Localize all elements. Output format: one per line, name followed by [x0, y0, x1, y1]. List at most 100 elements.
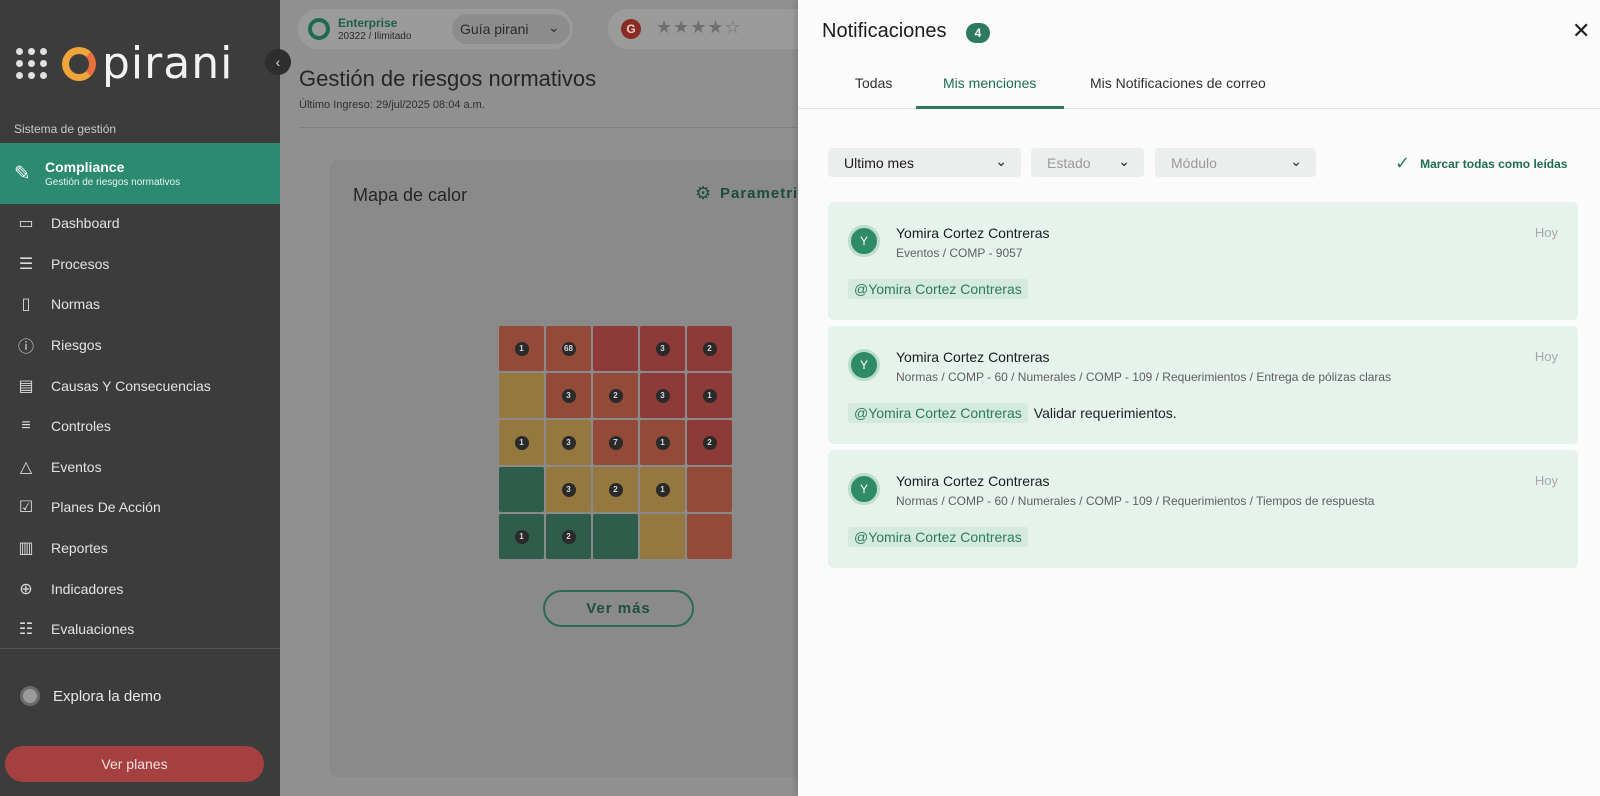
sidebar-item-procesos[interactable]: ☰ Procesos [0, 244, 280, 285]
sidebar-item-controles[interactable]: ≡ Controles [0, 406, 280, 447]
heatmap-count-badge: 3 [561, 435, 576, 450]
status-select[interactable]: Estado ⌄ [1031, 148, 1144, 177]
sidebar-item-label: Riesgos [51, 337, 102, 354]
notification-message: @Yomira Cortez Contreras [848, 527, 1034, 547]
sidebar-item-label: Indicadores [51, 580, 124, 597]
mark-all-read-button[interactable]: ✓ Marcar todas como leídas [1395, 153, 1567, 174]
heatmap-count-badge: 3 [561, 388, 576, 403]
heatmap-grid: 1 68 3 2 3 2 3 1 1 3 7 1 2 3 2 1 1 2 [499, 326, 732, 559]
heatmap-cell[interactable]: 1 [687, 373, 732, 418]
header-divider [299, 127, 800, 128]
view-plans-button[interactable]: Ver planes [5, 746, 264, 782]
sidebar-item-evaluaciones[interactable]: ☷ Evaluaciones [0, 609, 280, 650]
heatmap-cell[interactable] [593, 514, 638, 559]
close-icon[interactable]: ✕ [1572, 18, 1590, 44]
rating-stars[interactable]: ★★★★☆ [656, 17, 742, 38]
chevron-down-icon: ⌄ [1118, 153, 1130, 169]
tab-mis-notificaciones-correo[interactable]: Mis Notificaciones de correo [1090, 75, 1266, 91]
heatmap-cell[interactable] [499, 373, 544, 418]
heatmap-cell[interactable]: 2 [687, 326, 732, 371]
heatmap-cell[interactable]: 1 [640, 420, 685, 465]
heatmap-count-badge: 1 [514, 435, 529, 450]
heatmap-count-badge: 1 [514, 341, 529, 356]
mention-tag: @Yomira Cortez Contreras [848, 403, 1028, 423]
active-tab-indicator [916, 106, 1064, 109]
notification-author: Yomira Cortez Contreras [896, 349, 1050, 365]
heatmap-cell[interactable]: 3 [546, 467, 591, 512]
notification-count-badge: 4 [966, 23, 990, 43]
heatmap-cell[interactable]: 2 [593, 467, 638, 512]
mention-tag: @Yomira Cortez Contreras [848, 279, 1028, 299]
explore-demo-link[interactable]: Explora la demo [20, 686, 161, 706]
sidebar-item-label: Procesos [51, 255, 110, 272]
notification-time: Hoy [1534, 349, 1558, 364]
module-select[interactable]: Módulo ⌄ [1155, 148, 1316, 177]
notification-item[interactable]: Y Yomira Cortez Contreras Normas / COMP … [828, 450, 1578, 568]
heatmap-count-badge: 2 [561, 529, 576, 544]
notification-path[interactable]: Eventos / COMP - 9057 [896, 246, 1023, 260]
collapse-sidebar-button[interactable]: ‹ [265, 49, 291, 75]
heatmap-cell[interactable]: 2 [593, 373, 638, 418]
tab-todas[interactable]: Todas [855, 75, 892, 91]
enterprise-icon [308, 18, 330, 40]
sidebar-item-reportes[interactable]: ▥ Reportes [0, 528, 280, 569]
sidebar-item-eventos[interactable]: △ Eventos [0, 447, 280, 488]
heatmap-cell[interactable]: 3 [546, 420, 591, 465]
heatmap-cell[interactable]: 7 [593, 420, 638, 465]
apps-grid-icon[interactable] [16, 47, 48, 80]
compliance-icon: ✎ [14, 163, 31, 185]
mark-all-label: Marcar todas como leídas [1420, 156, 1568, 171]
notification-author: Yomira Cortez Contreras [896, 225, 1050, 241]
demo-label: Explora la demo [53, 687, 162, 705]
sidebar-item-compliance[interactable]: ✎ Compliance Gestión de riesgos normativ… [0, 143, 292, 204]
sidebar-nav: ▭ Dashboard ☰ Procesos ▯ Normas ⓘ Riesgos ▤ C… [0, 203, 280, 650]
heatmap-cell[interactable] [687, 467, 732, 512]
heatmap-cell[interactable] [499, 467, 544, 512]
heatmap-cell[interactable] [593, 326, 638, 371]
layout-icon: ▤ [18, 377, 34, 395]
heatmap-card-title: Mapa de calor [353, 185, 468, 205]
heatmap-cell[interactable]: 2 [546, 514, 591, 559]
see-more-button[interactable]: Ver más [543, 590, 694, 627]
crosshair-icon: ⊕ [19, 580, 33, 598]
period-value: Ultimo mes [844, 154, 915, 171]
active-item-title: Compliance [45, 159, 125, 175]
alert-circle-icon: ⓘ [17, 339, 34, 357]
notification-path[interactable]: Normas / COMP - 60 / Numerales / COMP - … [896, 370, 1391, 384]
sidebar-item-indicadores[interactable]: ⊕ Indicadores [0, 568, 280, 609]
heatmap-cell[interactable] [640, 514, 685, 559]
heatmap-cell[interactable]: 68 [546, 326, 591, 371]
parametrize-link[interactable]: Parametriz [720, 185, 807, 202]
sidebar-item-dashboard[interactable]: ▭ Dashboard [0, 203, 280, 244]
heatmap-cell[interactable]: 3 [640, 373, 685, 418]
heatmap-count-badge: 3 [655, 341, 670, 356]
sliders-icon: ≡ [21, 417, 31, 435]
notification-time: Hoy [1534, 473, 1558, 488]
sidebar-item-planes[interactable]: ☑ Planes De Acción [0, 487, 280, 528]
heatmap-cell[interactable]: 1 [499, 420, 544, 465]
heatmap-cell[interactable]: 3 [546, 373, 591, 418]
heatmap-cell[interactable] [687, 514, 732, 559]
heatmap-cell[interactable]: 1 [499, 514, 544, 559]
main-content: Enterprise 20322 / Ilimitado Guía pirani… [280, 0, 808, 796]
sidebar: pirani Sistema de gestión ✎ Compliance G… [0, 0, 292, 796]
notifications-panel: Notificaciones 4 ✕ Todas Mis menciones M… [798, 0, 1600, 796]
heatmap-cell[interactable]: 1 [499, 326, 544, 371]
notification-item[interactable]: Y Yomira Cortez Contreras Eventos / COMP… [828, 202, 1578, 320]
sidebar-item-riesgos[interactable]: ⓘ Riesgos [0, 325, 280, 366]
heatmap-count-badge: 68 [561, 341, 576, 356]
tab-mis-menciones[interactable]: Mis menciones [943, 75, 1036, 91]
period-select[interactable]: Ultimo mes ⌄ [828, 148, 1021, 177]
notification-path[interactable]: Normas / COMP - 60 / Numerales / COMP - … [896, 494, 1374, 508]
heatmap-cell[interactable]: 1 [640, 467, 685, 512]
section-label: Sistema de gestión [14, 122, 117, 136]
heatmap-cell[interactable]: 2 [687, 420, 732, 465]
notification-item[interactable]: Y Yomira Cortez Contreras Normas / COMP … [828, 326, 1578, 444]
heatmap-cell[interactable]: 3 [640, 326, 685, 371]
page-title: Gestión de riesgos normativos [299, 66, 597, 91]
last-login: Último Ingreso: 29/jul/2025 08:04 a.m. [299, 99, 485, 111]
sidebar-item-normas[interactable]: ▯ Normas [0, 284, 280, 325]
sidebar-item-label: Causas Y Consecuencias [51, 377, 211, 394]
sidebar-item-causas[interactable]: ▤ Causas Y Consecuencias [0, 365, 280, 406]
status-placeholder: Estado [1047, 154, 1091, 171]
